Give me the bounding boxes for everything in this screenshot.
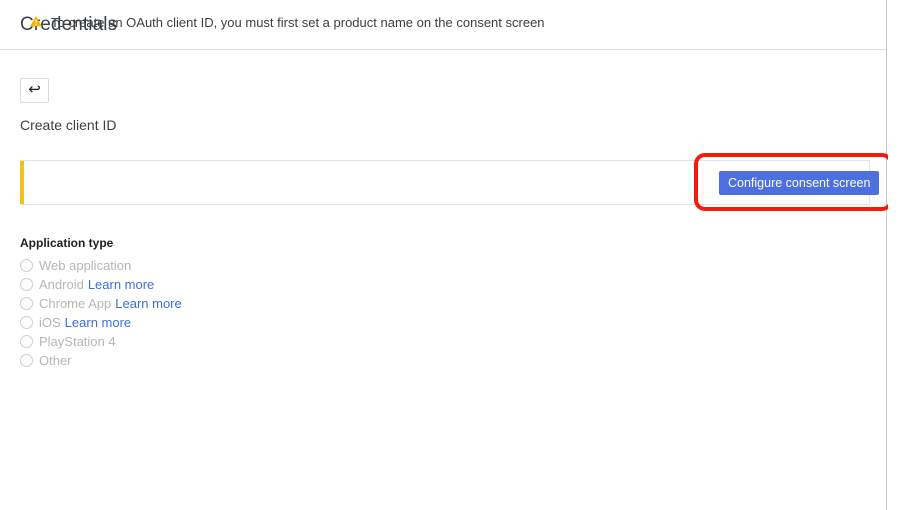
radio-option-ios[interactable]: iOS Learn more — [20, 313, 182, 332]
radio-option-chrome-app[interactable]: Chrome App Learn more — [20, 294, 182, 313]
configure-consent-screen-button[interactable]: Configure consent screen — [719, 171, 880, 195]
radio-option-web-application[interactable]: Web application — [20, 256, 182, 275]
radio-button-icon[interactable] — [20, 297, 33, 310]
warning-message: To create an OAuth client ID, you must f… — [51, 15, 545, 30]
radio-button-icon[interactable] — [20, 335, 33, 348]
radio-button-icon[interactable] — [20, 278, 33, 291]
radio-option-android[interactable]: Android Learn more — [20, 275, 182, 294]
learn-more-link[interactable]: Learn more — [115, 296, 181, 311]
radio-option-label: Chrome App — [39, 296, 112, 311]
radio-button-icon[interactable] — [20, 259, 33, 272]
page-subtitle: Create client ID — [20, 117, 117, 133]
credentials-page: Credentials ↩ Create client ID To create… — [0, 0, 893, 510]
application-type-radio-group: Web application Android Learn more Chrom… — [20, 256, 182, 370]
radio-option-label: Android — [39, 277, 84, 292]
radio-option-label: PlayStation 4 — [39, 334, 116, 349]
learn-more-link[interactable]: Learn more — [65, 315, 131, 330]
learn-more-link[interactable]: Learn more — [88, 277, 154, 292]
page-right-gutter — [888, 0, 900, 510]
warning-triangle-icon — [30, 16, 42, 27]
radio-button-icon[interactable] — [20, 316, 33, 329]
banner-accent-bar — [20, 161, 24, 204]
radio-button-icon[interactable] — [20, 354, 33, 367]
radio-option-label: Web application — [39, 258, 132, 273]
radio-option-label: Other — [39, 353, 72, 368]
back-arrow-icon: ↩ — [28, 80, 41, 98]
application-type-label: Application type — [20, 236, 114, 250]
back-button[interactable]: ↩ — [20, 78, 49, 103]
radio-option-other[interactable]: Other — [20, 351, 182, 370]
radio-option-label: iOS — [39, 315, 61, 330]
radio-option-playstation-4[interactable]: PlayStation 4 — [20, 332, 182, 351]
